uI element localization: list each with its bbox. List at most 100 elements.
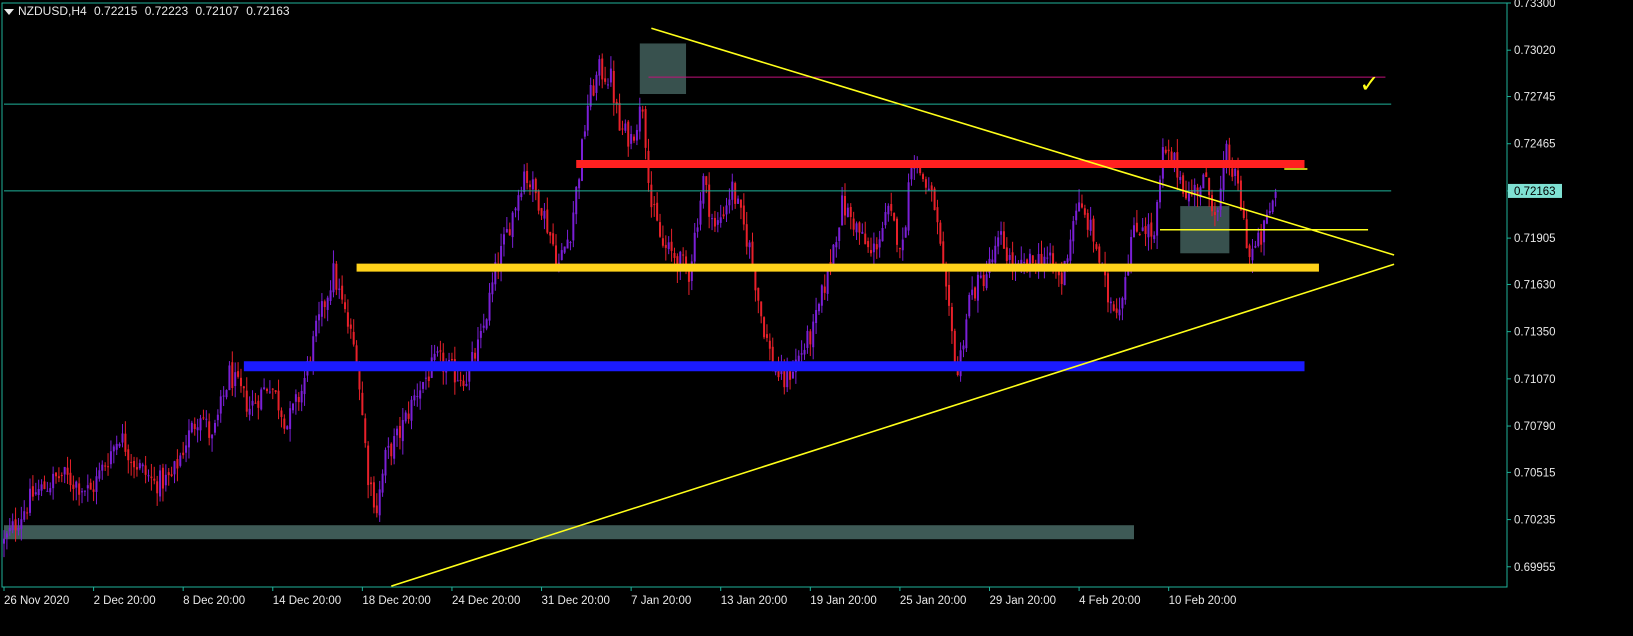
candle-body (138, 463, 141, 469)
candle-body (185, 445, 188, 453)
candle-body (971, 289, 974, 296)
candle-body (427, 376, 430, 382)
candle-body (554, 245, 557, 266)
candle-body (699, 200, 702, 225)
candle-body (1002, 231, 1005, 249)
candle-body (638, 106, 641, 132)
candle-body (922, 174, 925, 180)
candle-body (1257, 232, 1260, 246)
candle-body (511, 212, 514, 238)
candle-body (225, 390, 228, 398)
candle-body (1005, 247, 1008, 262)
candle-body (682, 254, 685, 256)
candle-body (549, 232, 552, 236)
candle-body (893, 212, 896, 221)
candle-body (37, 488, 40, 496)
candle-body (823, 286, 826, 293)
candle-body (75, 481, 78, 488)
candle-body (465, 384, 468, 386)
candle-body (474, 352, 477, 359)
candle-body (277, 390, 280, 411)
candle-body (1213, 212, 1216, 216)
candle-body (69, 472, 72, 486)
price-chart[interactable]: ✓ 0.73300 0.73020 0.72745 0.72465 0.71905 0.71… (0, 0, 1633, 636)
candle-body (1147, 224, 1150, 238)
candle-body (34, 492, 37, 495)
candle-body (719, 217, 722, 223)
candle-body (979, 275, 982, 278)
x-tick-label: 4 Feb 20:00 (1079, 595, 1140, 607)
candle-body (878, 239, 881, 248)
candle-body (514, 208, 517, 211)
candle-body (271, 388, 274, 390)
candle-body (520, 193, 523, 198)
candle-body (424, 377, 427, 379)
candle-body (1132, 225, 1135, 238)
candle-body (55, 472, 58, 477)
candle-body (563, 246, 566, 253)
candle-body (1046, 257, 1049, 259)
candle-body (341, 285, 344, 300)
candle-body (78, 483, 81, 495)
candle-body (31, 486, 34, 497)
candle-body (57, 476, 60, 479)
x-tick-label: 13 Jan 20:00 (721, 595, 788, 607)
candle-body (3, 538, 5, 544)
candle-body (378, 489, 381, 516)
candle-body (748, 242, 751, 248)
candle-body (950, 307, 953, 332)
candle-body (1049, 252, 1052, 256)
candle-body (375, 505, 378, 514)
candle-body (904, 227, 907, 238)
candle-body (858, 222, 861, 233)
candle-body (693, 232, 696, 262)
candle-body (846, 207, 849, 217)
close-value: 0.72163 (246, 4, 290, 18)
candle-body (107, 466, 110, 468)
candle-body (1144, 226, 1147, 235)
candle-body (791, 371, 794, 379)
candle-body (482, 325, 485, 328)
candle-body (670, 241, 673, 251)
candle-body (164, 474, 167, 486)
candle-body (462, 380, 465, 387)
candle-body (1075, 210, 1078, 221)
candle-body (161, 467, 164, 489)
candle-body (260, 389, 263, 410)
y-tick-label: 0.70790 (1514, 421, 1556, 433)
candles-group (3, 53, 1277, 558)
candle-body (1187, 193, 1190, 202)
collapse-triangle-icon[interactable] (4, 8, 14, 15)
candle-body (751, 241, 754, 266)
high-value: 0.72223 (144, 4, 189, 18)
candle-body (757, 287, 760, 301)
x-tick-label: 24 Dec 20:00 (452, 595, 520, 607)
candle-body (372, 482, 375, 508)
candle-body (199, 418, 202, 431)
candle-body (1060, 272, 1063, 285)
candle-body (1023, 261, 1026, 264)
candle-body (1254, 245, 1257, 248)
candle-body (49, 488, 52, 493)
candle-body (1095, 244, 1098, 249)
candle-body (803, 349, 806, 355)
candle-body (193, 423, 196, 430)
candle-body (760, 301, 763, 317)
candle-body (1000, 231, 1003, 235)
candle-body (303, 378, 306, 395)
x-tick-label: 26 Nov 2020 (4, 595, 69, 607)
candle-body (650, 184, 653, 208)
candle-body (297, 396, 300, 403)
candle-body (633, 136, 636, 141)
candle-body (1263, 220, 1266, 243)
candle-body (222, 395, 225, 397)
candle-body (537, 190, 540, 211)
candle-body (557, 262, 560, 264)
candle-body (1231, 168, 1234, 177)
candle-body (237, 371, 240, 377)
candle-body (930, 185, 933, 191)
candle-body (737, 198, 740, 204)
candle-body (728, 199, 731, 206)
candle-body (566, 239, 569, 249)
candle-body (167, 472, 170, 476)
